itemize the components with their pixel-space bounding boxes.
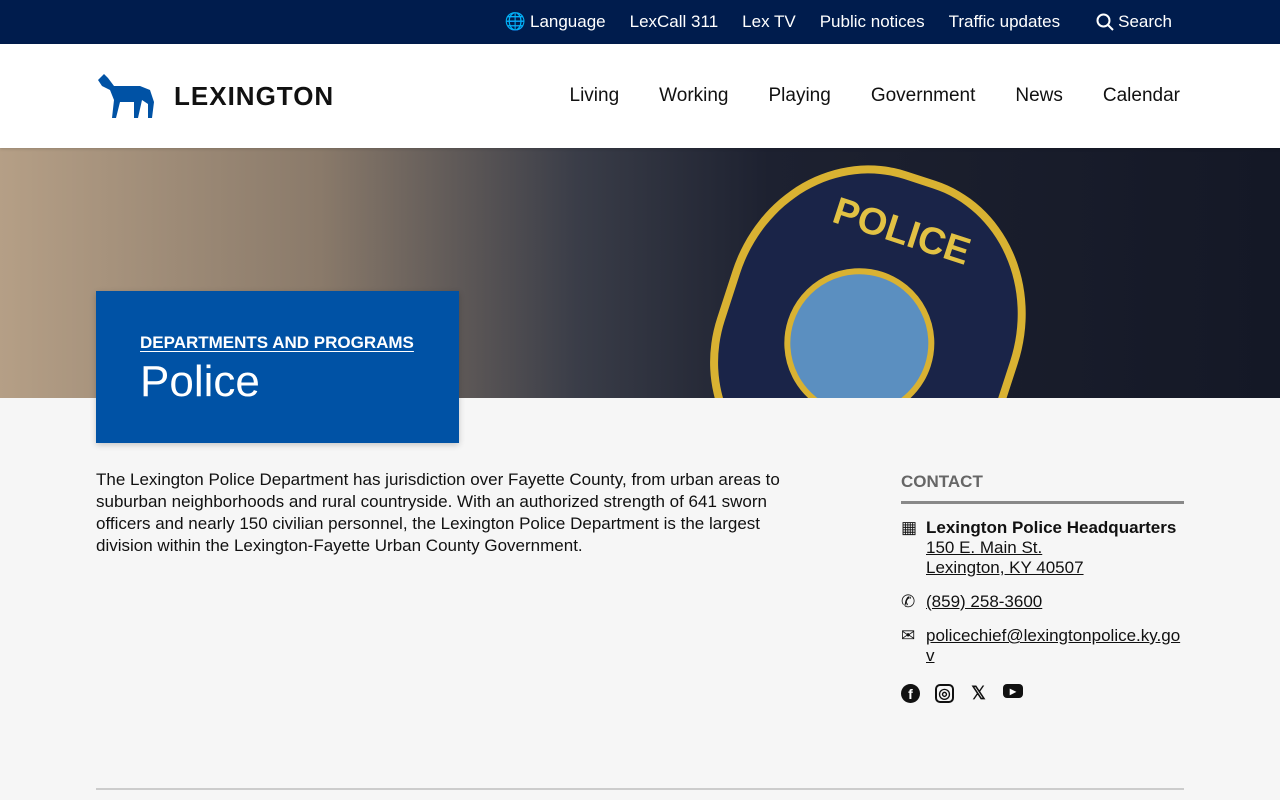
intro-text: The Lexington Police Department has juri…: [96, 470, 780, 555]
search-icon: [1096, 13, 1114, 31]
instagram-icon[interactable]: ◎: [935, 684, 954, 703]
nav-living[interactable]: Living: [570, 85, 620, 107]
site-logo[interactable]: LEXINGTON: [96, 72, 334, 120]
contact-heading: CONTACT: [901, 472, 1184, 504]
mail-icon: ✉: [901, 626, 916, 645]
address-link[interactable]: 150 E. Main St. Lexington, KY 40507: [926, 538, 1084, 577]
police-patch-image: POLICE: [676, 148, 1064, 398]
contact-panel: CONTACT ▦ Lexington Police Headquarters 15…: [901, 472, 1184, 703]
phone-link[interactable]: (859) 258-3600: [926, 592, 1042, 612]
nav-calendar[interactable]: Calendar: [1103, 85, 1180, 107]
nav-playing[interactable]: Playing: [769, 85, 831, 107]
email-link[interactable]: policechief@lexingtonpolice.ky.gov: [926, 626, 1184, 666]
youtube-icon[interactable]: ▶: [1003, 684, 1023, 698]
building-icon: ▦: [901, 518, 918, 537]
lextv-link[interactable]: Lex TV: [742, 12, 796, 32]
lexcall-link[interactable]: LexCall 311: [630, 12, 719, 32]
search-button[interactable]: Search: [1096, 12, 1172, 32]
social-links: f ◎ 𝕏 ▶: [901, 683, 1184, 703]
nav-working[interactable]: Working: [659, 85, 728, 107]
site-header: LEXINGTON Living Working Playing Governm…: [0, 44, 1280, 148]
x-icon[interactable]: 𝕏: [969, 683, 988, 703]
traffic-updates-link[interactable]: Traffic updates: [949, 12, 1061, 32]
horse-logo-icon: [98, 74, 154, 118]
utility-bar: 🌐 Language LexCall 311 Lex TV Public noti…: [0, 0, 1280, 44]
facebook-icon[interactable]: f: [901, 684, 920, 703]
nav-news[interactable]: News: [1015, 85, 1063, 107]
page-title-box: DEPARTMENTS AND PROGRAMS Police: [96, 291, 459, 443]
globe-icon: 🌐: [504, 12, 526, 31]
main-nav: Living Working Playing Government News C…: [570, 85, 1181, 107]
nav-government[interactable]: Government: [871, 85, 976, 107]
contact-name: Lexington Police Headquarters: [926, 518, 1177, 537]
page-title: Police: [140, 357, 260, 406]
breadcrumb-link[interactable]: DEPARTMENTS AND PROGRAMS: [140, 333, 415, 353]
divider: [96, 788, 1184, 790]
language-button[interactable]: 🌐 Language: [505, 12, 606, 32]
phone-icon: ✆: [901, 592, 916, 611]
public-notices-link[interactable]: Public notices: [820, 12, 925, 32]
